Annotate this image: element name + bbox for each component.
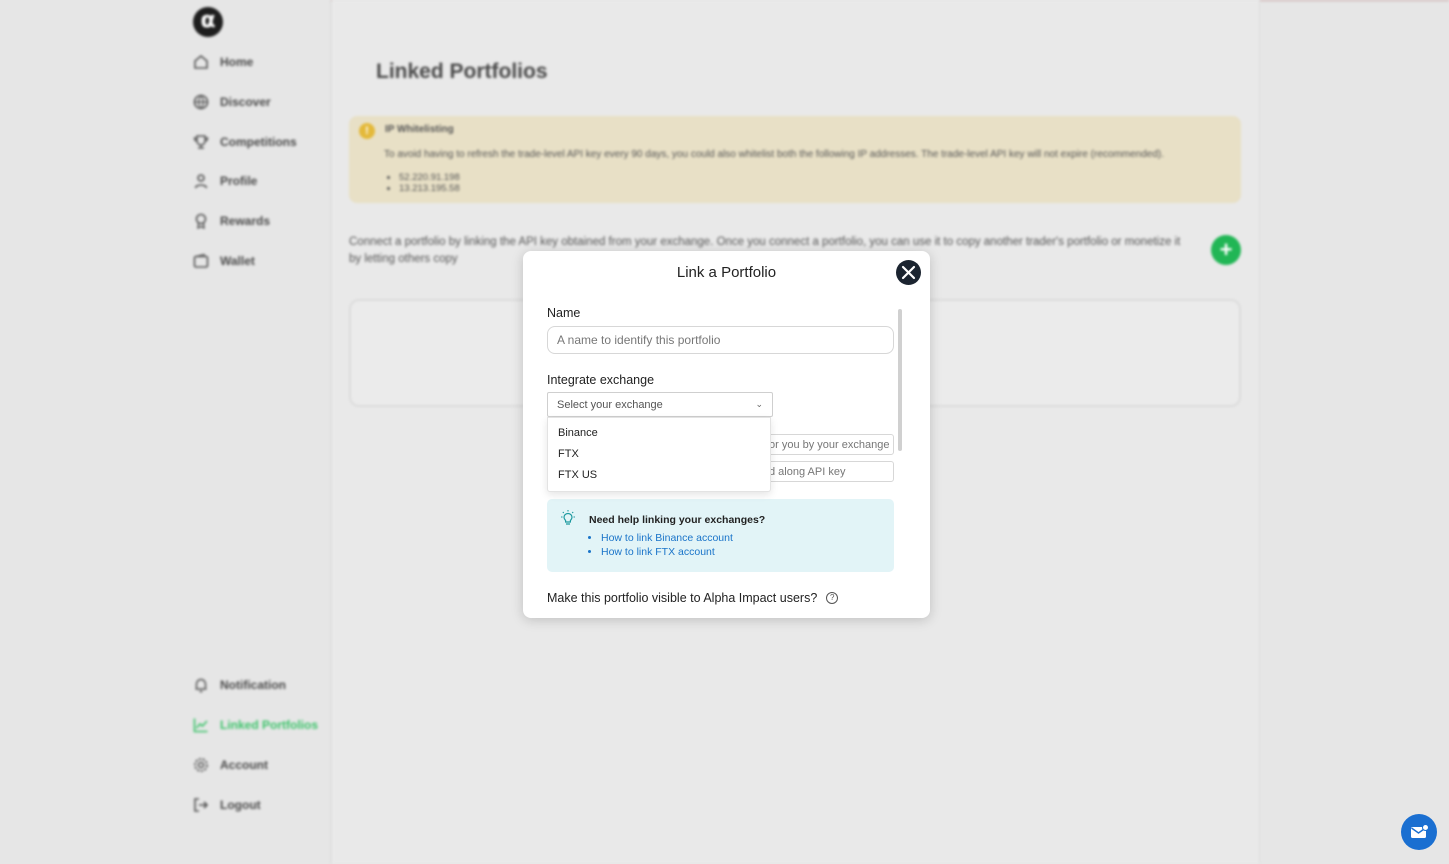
portfolio-name-input[interactable]: A name to identify this portfolio [547, 326, 894, 354]
page-title: Linked Portfolios [376, 60, 548, 83]
exchange-option-ftx-us[interactable]: FTX US [558, 469, 597, 481]
add-portfolio-button[interactable]: + [1211, 235, 1241, 265]
alert-text: To avoid having to refresh the trade-lev… [384, 149, 1165, 160]
warning-icon: ! [359, 123, 375, 139]
sidebar-item-label: Profile [220, 174, 258, 188]
close-button[interactable] [896, 260, 921, 285]
lightbulb-icon [561, 510, 575, 525]
exchange-option-binance[interactable]: Binance [558, 427, 598, 439]
messages-button[interactable] [1401, 814, 1437, 850]
api-key-input[interactable]: or you by your exchange [764, 434, 894, 455]
medal-icon [195, 213, 207, 229]
logout-icon [194, 798, 209, 812]
sidebar-item-label: Account [220, 758, 268, 772]
exchange-select[interactable]: Select your exchange ⌄ [547, 392, 773, 417]
alert-title: IP Whitelisting [385, 124, 454, 135]
sidebar-item-label: Logout [220, 798, 261, 812]
sidebar-item-competitions[interactable]: Competitions [193, 131, 297, 153]
sidebar-item-account[interactable]: Account [193, 754, 268, 776]
sidebar-item-notification[interactable]: Notification [193, 674, 286, 696]
sidebar-item-logout[interactable]: Logout [193, 794, 261, 816]
ip-address: 13.213.195.58 [399, 183, 460, 194]
sidebar-item-linked-portfolios[interactable]: Linked Portfolios [193, 714, 318, 736]
trophy-icon [193, 135, 209, 149]
exchange-option-ftx[interactable]: FTX [558, 448, 579, 460]
mail-icon [1411, 824, 1429, 838]
chart-icon [193, 718, 208, 733]
sidebar-item-label: Discover [220, 95, 271, 109]
sidebar-item-label: Rewards [220, 214, 271, 228]
visibility-label: Make this portfolio visible to Alpha Imp… [547, 591, 818, 605]
api-secret-input[interactable]: d along API key [764, 461, 894, 482]
gear-icon [194, 758, 208, 772]
help-link-ftx[interactable]: How to link FTX account [601, 545, 733, 559]
help-link-text: How to link Binance account [601, 532, 733, 544]
sidebar-item-label: Wallet [220, 254, 255, 268]
sidebar-item-profile[interactable]: Profile [193, 170, 257, 192]
help-box: Need help linking your exchanges? How to… [547, 499, 894, 572]
sidebar-item-label: Home [220, 55, 254, 69]
ip-whitelist-alert: ! IP Whitelisting To avoid having to ref… [349, 116, 1241, 203]
user-icon [194, 174, 208, 189]
wallet-icon [193, 253, 209, 268]
exchange-select-value: Select your exchange [557, 398, 663, 411]
link-portfolio-modal: Link a Portfolio Name A name to identify… [523, 251, 930, 618]
exchange-dropdown: Binance FTX FTX US [547, 417, 771, 492]
bell-icon [195, 678, 207, 693]
sidebar-item-discover[interactable]: Discover [193, 91, 271, 113]
help-link-text: How to link FTX account [601, 546, 715, 558]
home-icon [194, 54, 208, 69]
sidebar: α Home Discover Competitions Profile Rew… [0, 0, 331, 864]
ip-list: 52.220.91.198 13.213.195.58 [399, 172, 460, 194]
chevron-down-icon: ⌄ [755, 399, 763, 409]
help-links: How to link Binance account How to link … [601, 531, 733, 559]
name-label: Name [547, 306, 581, 320]
sidebar-item-rewards[interactable]: Rewards [193, 210, 270, 232]
sidebar-item-label: Notification [220, 678, 286, 692]
help-link-binance[interactable]: How to link Binance account [601, 531, 733, 545]
help-circle-icon[interactable]: ? [826, 592, 839, 604]
app-logo[interactable]: α [193, 7, 223, 37]
sidebar-item-label: Competitions [220, 135, 297, 149]
help-title: Need help linking your exchanges? [589, 514, 766, 526]
modal-title: Link a Portfolio [676, 264, 777, 281]
globe-icon [193, 94, 209, 110]
modal-scrollbar[interactable] [898, 309, 902, 451]
ip-address: 52.220.91.198 [399, 172, 460, 183]
close-icon [901, 265, 916, 280]
sidebar-item-wallet[interactable]: Wallet [193, 250, 255, 272]
sidebar-item-label: Linked Portfolios [220, 718, 319, 732]
sidebar-item-home[interactable]: Home [193, 51, 253, 73]
visibility-question: Make this portfolio visible to Alpha Imp… [547, 591, 839, 605]
exchange-label: Integrate exchange [547, 373, 655, 387]
